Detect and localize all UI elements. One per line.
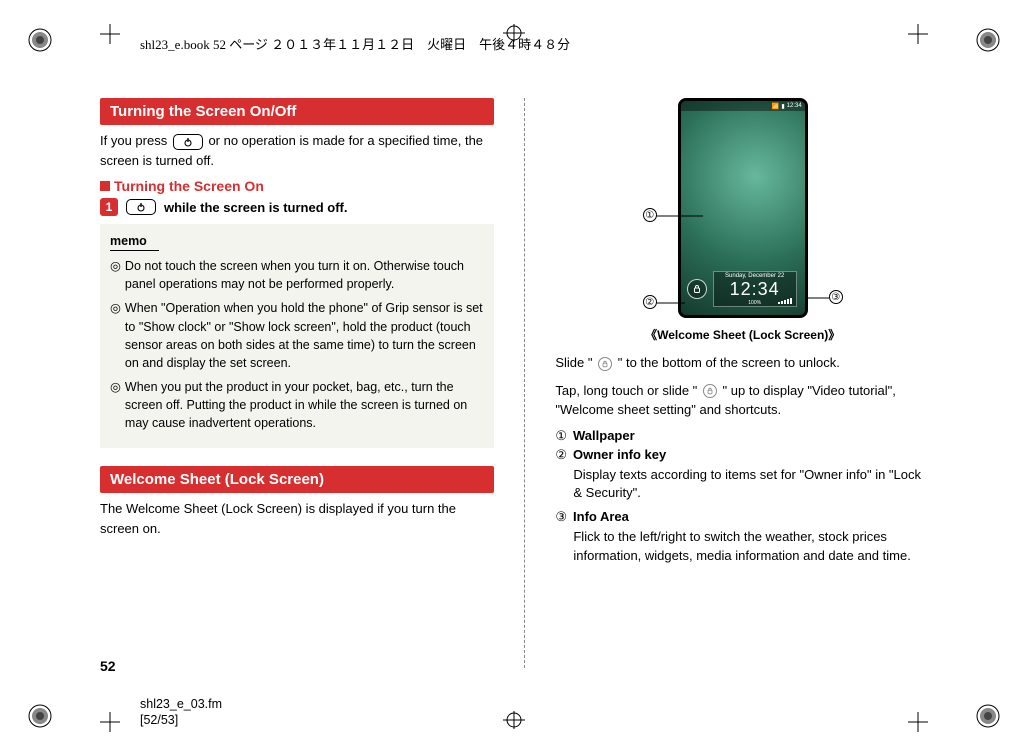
column-divider [524,98,525,668]
section-heading: Welcome Sheet (Lock Screen) [100,466,494,493]
info-clock: 12:34 [730,279,780,300]
page-number: 52 [100,658,116,674]
phone-mockup: 📶 ▮ 12:34 Sunday, December 22 12:34 100% [678,98,808,318]
crop-mark-icon [499,711,529,732]
tap-a: Tap, long touch or slide " [555,383,697,398]
signal-icon: 📶 [772,103,779,110]
def-label: Owner info key [573,447,666,463]
owner-info-key-icon [687,279,707,299]
crop-mark-icon [100,24,120,44]
color-target-icon [976,704,1000,728]
footer-line1: shl23_e_03.fm [140,696,222,712]
memo-text: When you put the product in your pocket,… [125,378,484,432]
status-bar: 📶 ▮ 12:34 [681,101,805,111]
footer-line2: [52/53] [140,712,222,728]
crop-mark-icon [908,712,928,732]
right-column: 📶 ▮ 12:34 Sunday, December 22 12:34 100% [555,98,930,668]
info-bars-icon [778,298,792,304]
welcome-intro: The Welcome Sheet (Lock Screen) is displ… [100,499,494,538]
memo-bullet-icon: ◎ [110,257,121,293]
color-target-icon [28,704,52,728]
callout-3: ③ [829,290,843,304]
callout-1: ① [643,208,657,222]
info-area: Sunday, December 22 12:34 100% [713,271,797,307]
slide-b: " to the bottom of the screen to unlock. [618,355,840,370]
crop-mark-icon [908,24,928,44]
lock-screen-figure: 📶 ▮ 12:34 Sunday, December 22 12:34 100% [643,98,843,318]
info-battery: 100% [748,300,761,306]
running-header: shl23_e.book 52 ページ ２０１３年１１月１２日 火曜日 午後４時… [140,34,570,53]
running-footer: shl23_e_03.fm [52/53] [140,696,222,729]
memo-bullet-icon: ◎ [110,299,121,372]
color-target-icon [976,28,1000,52]
intro-text: If you press or no operation is made for… [100,131,494,170]
color-target-icon [28,28,52,52]
def-num: ② [555,447,567,463]
tap-text: Tap, long touch or slide " " up to displ… [555,381,930,420]
memo-text: When "Operation when you hold the phone"… [125,299,484,372]
sub-heading: Turning the Screen On [100,178,494,194]
intro-a: If you press [100,133,171,148]
page-body: Turning the Screen On/Off If you press o… [100,98,930,668]
step-row: 1 while the screen is turned off. [100,198,494,216]
status-time: 12:34 [787,103,802,109]
step-number-badge: 1 [100,198,118,216]
step-text: while the screen is turned off. [164,200,347,215]
slide-a: Slide " [555,355,592,370]
def-desc: Display texts according to items set for… [573,466,930,504]
memo-title: memo [110,232,159,251]
lock-inline-icon [703,384,717,398]
definition-list: ① Wallpaper ② Owner info key Display tex… [555,428,930,566]
figure-caption: 《Welcome Sheet (Lock Screen)》 [555,326,930,343]
sub-heading-text: Turning the Screen On [114,178,264,194]
slide-text: Slide " " to the bottom of the screen to… [555,353,930,373]
section-heading: Turning the Screen On/Off [100,98,494,125]
def-label: Wallpaper [573,428,635,444]
battery-icon: ▮ [781,103,784,110]
crop-mark-icon [100,712,120,732]
def-label: Info Area [573,509,629,525]
callout-2: ② [643,295,657,309]
def-desc: Flick to the left/right to switch the we… [573,528,930,566]
def-num: ① [555,428,567,444]
square-bullet-icon [100,181,110,191]
def-num: ③ [555,509,567,525]
power-key-icon [173,134,203,150]
memo-text: Do not touch the screen when you turn it… [125,257,484,293]
power-key-icon [126,199,156,215]
lock-inline-icon [598,357,612,371]
memo-box: memo ◎ Do not touch the screen when you … [100,224,494,448]
left-column: Turning the Screen On/Off If you press o… [100,98,494,668]
memo-bullet-icon: ◎ [110,378,121,432]
